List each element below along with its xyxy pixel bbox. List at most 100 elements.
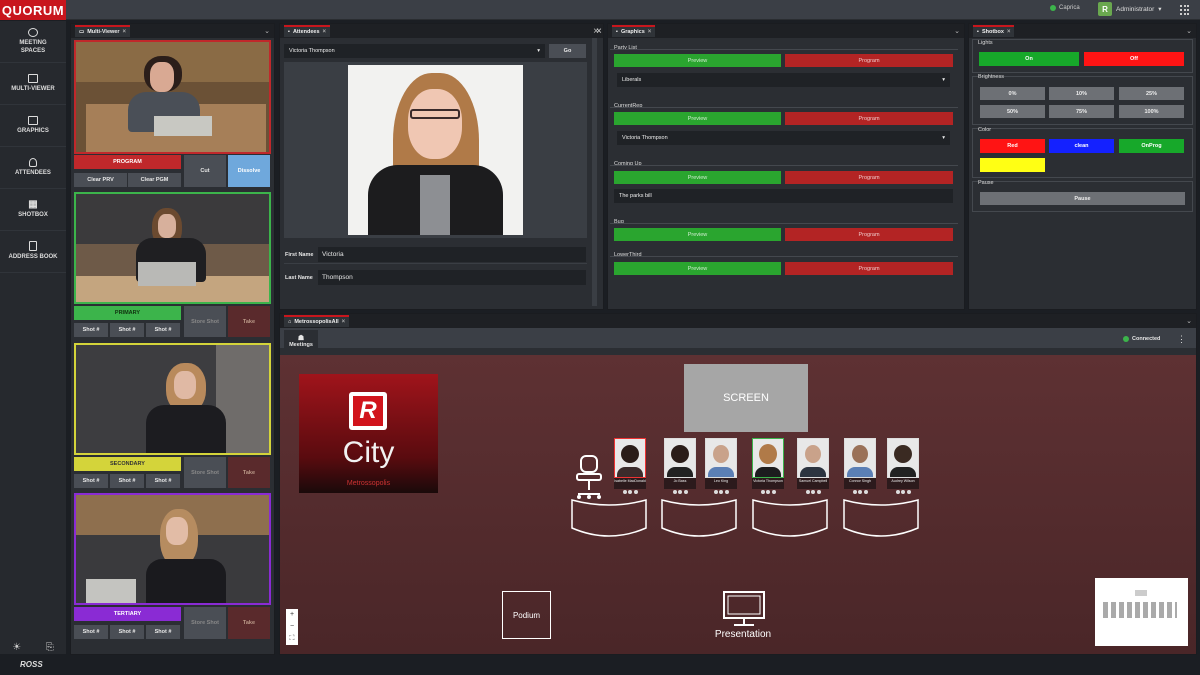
zoom-in-button[interactable]: + <box>290 611 294 618</box>
clear-pgm-button[interactable]: Clear PGM <box>128 173 181 187</box>
seat-2[interactable]: Jo Bass <box>664 438 696 496</box>
podium[interactable]: Podium <box>502 591 551 639</box>
brightness-25-button[interactable]: 25% <box>1119 87 1184 100</box>
color-yellow-button[interactable]: Yellow <box>980 158 1045 172</box>
nav-attendees[interactable]: ATTENDEES <box>0 147 66 189</box>
primary-shot-button-1[interactable]: Shot # <box>74 323 108 337</box>
tab-attendees[interactable]: ▪ Attendees × <box>284 25 331 37</box>
primary-shot-button-2[interactable]: Shot # <box>110 323 144 337</box>
close-icon[interactable]: × <box>648 29 652 35</box>
scrollbar[interactable] <box>592 38 597 306</box>
seat-4[interactable]: Victoria Thompson <box>752 438 784 496</box>
seat-3[interactable]: Leo King <box>705 438 737 496</box>
primary-store-shot-button[interactable]: Store Shot <box>184 306 226 337</box>
brightness-10-button[interactable]: 10% <box>1049 87 1114 100</box>
primary-shot-button-3[interactable]: Shot # <box>146 323 180 337</box>
presentation-label[interactable]: Presentation <box>700 629 786 640</box>
dissolve-button[interactable]: Dissolve <box>228 155 270 187</box>
party-list-program-button[interactable]: Program <box>785 54 953 67</box>
close-icon[interactable]: × <box>596 26 602 37</box>
primary-camera-view[interactable] <box>74 192 271 304</box>
coming-up-program-button[interactable]: Program <box>785 171 953 184</box>
chevron-down-icon[interactable]: ⌄ <box>264 27 270 35</box>
coming-up-preview-button[interactable]: Preview <box>614 171 781 184</box>
app-logo[interactable]: QUORUM <box>0 0 66 20</box>
last-name-field[interactable]: Thompson <box>318 270 586 285</box>
secondary-store-shot-button[interactable]: Store Shot <box>184 457 226 488</box>
secondary-camera-view[interactable] <box>74 343 271 455</box>
tertiary-shot-button-2[interactable]: Shot # <box>110 625 144 639</box>
color-onprog-button[interactable]: OnProg <box>1119 139 1184 153</box>
nav-meeting-spaces[interactable]: MEETING SPACES <box>0 21 66 63</box>
clear-prv-button[interactable]: Clear PRV <box>74 173 127 187</box>
fullscreen-icon[interactable]: ⛶ <box>290 635 295 643</box>
user-menu[interactable]: R Administrator ▾ <box>1098 2 1162 16</box>
zoom-out-button[interactable]: − <box>290 623 294 630</box>
logout-icon[interactable]: ⎘ <box>46 642 54 653</box>
chevron-down-icon[interactable]: ⌄ <box>1186 317 1192 325</box>
attendee-select[interactable]: Victoria Thompson ▾ <box>284 44 545 58</box>
tab-meeting[interactable]: ⌂ MetrossopolisAll × <box>284 315 350 327</box>
party-list-select[interactable]: Liberals ▾ <box>617 73 950 87</box>
brightness-100-button[interactable]: 100% <box>1119 105 1184 118</box>
secondary-take-button[interactable]: Take <box>228 457 270 488</box>
seat-controls[interactable] <box>844 490 876 494</box>
lower-third-program-button[interactable]: Program <box>785 262 953 275</box>
more-menu-icon[interactable]: ⋮ <box>1177 334 1186 345</box>
nav-address-book[interactable]: ADDRESS BOOK <box>0 231 66 273</box>
secondary-shot-button-3[interactable]: Shot # <box>146 474 180 488</box>
lights-on-button[interactable]: On <box>979 52 1079 66</box>
secondary-shot-button-2[interactable]: Shot # <box>110 474 144 488</box>
lights-off-button[interactable]: Off <box>1084 52 1184 66</box>
current-rep-program-button[interactable]: Program <box>785 112 953 125</box>
pause-button[interactable]: Pause <box>980 192 1185 205</box>
seat-1[interactable]: Isabelle MacDonald <box>614 438 646 496</box>
tertiary-shot-button-3[interactable]: Shot # <box>146 625 180 639</box>
brightness-0-button[interactable]: 0% <box>980 87 1045 100</box>
current-rep-select[interactable]: Victoria Thompson ▾ <box>617 131 950 145</box>
lower-third-preview-button[interactable]: Preview <box>614 262 781 275</box>
tab-shotbox[interactable]: ▪ Shotbox × <box>973 25 1015 37</box>
brightness-50-button[interactable]: 50% <box>980 105 1045 118</box>
current-rep-preview-button[interactable]: Preview <box>614 112 781 125</box>
brightness-icon[interactable]: ☀ <box>12 642 21 653</box>
seat-controls[interactable] <box>797 490 829 494</box>
tab-multi-viewer[interactable]: ▭ Multi-Viewer × <box>75 25 131 37</box>
color-clean-button[interactable]: clean <box>1049 139 1114 153</box>
brightness-75-button[interactable]: 75% <box>1049 105 1114 118</box>
seat-controls[interactable] <box>664 490 696 494</box>
close-icon[interactable]: × <box>1007 29 1011 35</box>
bug-program-button[interactable]: Program <box>785 228 953 241</box>
nav-graphics[interactable]: GRAPHICS <box>0 105 66 147</box>
tertiary-camera-view[interactable] <box>74 493 271 605</box>
nav-multi-viewer[interactable]: MULTI-VIEWER <box>0 63 66 105</box>
minimap[interactable] <box>1095 578 1188 646</box>
chevron-down-icon[interactable]: ⌄ <box>954 27 960 35</box>
cut-button[interactable]: Cut <box>184 155 226 187</box>
chevron-down-icon[interactable]: ⌄ <box>1186 27 1192 35</box>
seat-controls[interactable] <box>752 490 784 494</box>
nav-shotbox[interactable]: ▦ SHOTBOX <box>0 189 66 231</box>
color-red-button[interactable]: Red <box>980 139 1045 153</box>
coming-up-field[interactable]: The parks bill <box>614 189 953 203</box>
seat-controls[interactable] <box>705 490 737 494</box>
screen-area[interactable]: SCREEN <box>684 364 808 432</box>
primary-take-button[interactable]: Take <box>228 306 270 337</box>
seat-6[interactable]: Connor Singh <box>844 438 876 496</box>
bug-preview-button[interactable]: Preview <box>614 228 781 241</box>
first-name-field[interactable]: Victoria <box>318 247 586 262</box>
party-list-preview-button[interactable]: Preview <box>614 54 781 67</box>
secondary-shot-button-1[interactable]: Shot # <box>74 474 108 488</box>
seat-controls[interactable] <box>614 490 646 494</box>
meetings-tab[interactable]: ☗ Meetings <box>284 330 318 352</box>
apps-grid-icon[interactable] <box>1180 5 1190 15</box>
seat-controls[interactable] <box>887 490 919 494</box>
seat-7[interactable]: Audrey Wilson <box>887 438 919 496</box>
tertiary-take-button[interactable]: Take <box>228 607 270 639</box>
go-button[interactable]: Go <box>549 44 586 58</box>
close-icon[interactable]: × <box>123 29 127 35</box>
program-camera-view[interactable] <box>74 40 271 154</box>
tab-graphics[interactable]: ▪ Graphics × <box>612 25 656 37</box>
close-icon[interactable]: × <box>342 319 346 325</box>
seat-5[interactable]: Samuel Campbell <box>797 438 829 496</box>
